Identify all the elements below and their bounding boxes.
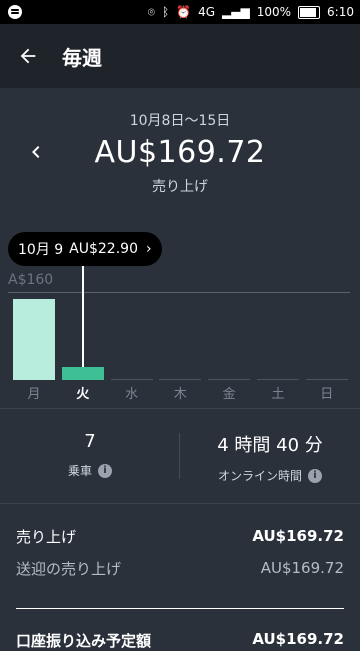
clock: 6:10 <box>327 5 354 19</box>
payout-row: 口座振り込み予定額 AU$169.72 <box>16 630 344 651</box>
trip-earnings-value: AU$169.72 <box>260 559 344 577</box>
signal-icon: ▂▄▆ <box>222 5 250 19</box>
chevron-right-icon: › <box>145 241 152 257</box>
earnings-row: 売り上げ AU$169.72 <box>0 520 360 552</box>
chart-bar-5[interactable] <box>257 379 299 380</box>
selection-indicator <box>82 266 84 380</box>
online-label: オンライン時間 <box>217 469 302 483</box>
status-bar: ⌾ ᛒ ⏰ 4G ▂▄▆ 100% 6:10 <box>0 0 360 24</box>
weekly-summary: 10月8日〜15日 AU$169.72 売り上げ <box>0 110 360 196</box>
online-stat: 4 時間 40 分 オンライン時間 i <box>180 431 360 484</box>
trip-stats: 7 乗車 i 4 時間 40 分 オンライン時間 i <box>0 408 360 504</box>
trips-label: 乗車 <box>67 464 92 478</box>
bar-tooltip[interactable]: 10月 9 AU$22.90 › <box>8 232 162 266</box>
chart-bar-2[interactable] <box>110 379 153 380</box>
tooltip-amount: AU$22.90 <box>69 241 138 257</box>
total-earnings-label: 売り上げ <box>152 179 208 195</box>
trips-count: 7 <box>84 431 96 452</box>
chart-bar-1[interactable] <box>61 367 104 380</box>
earnings-divider <box>16 608 344 609</box>
trips-label-row: 乗車 i <box>0 462 180 479</box>
chart-bar-6[interactable] <box>305 379 348 380</box>
alarm-icon: ⏰ <box>176 5 192 19</box>
date-range: 10月8日〜15日 <box>129 113 231 129</box>
bluetooth-icon: ᛒ <box>161 5 170 19</box>
back-button[interactable] <box>0 28 56 84</box>
info-icon[interactable]: i <box>308 468 322 483</box>
payout-value: AU$169.72 <box>252 630 344 648</box>
day-label-0: 月 <box>27 387 41 402</box>
spotify-icon <box>8 5 22 19</box>
location-icon: ⌾ <box>147 5 155 19</box>
chart-bar-0[interactable] <box>13 299 55 380</box>
online-label-row: オンライン時間 i <box>180 467 360 484</box>
earnings-chart: A$160 10月 9 AU$22.90 › 月 火 水 木 金 土 日 <box>0 228 360 408</box>
total-row: AU$169.72 <box>0 132 360 174</box>
earnings-label: 売り上げ <box>16 527 77 546</box>
info-icon[interactable]: i <box>98 463 112 478</box>
earnings-value: AU$169.72 <box>252 527 344 545</box>
reference-line-label: A$160 <box>8 272 54 288</box>
day-label-4: 金 <box>222 387 236 402</box>
day-label-3: 木 <box>173 387 187 402</box>
network-type: 4G <box>198 5 216 19</box>
day-label-1: 火 <box>76 387 90 402</box>
day-label-2: 水 <box>125 387 139 402</box>
chart-bar-4[interactable] <box>208 379 251 380</box>
page-title: 毎週 <box>62 45 102 70</box>
trips-stat: 7 乗車 i <box>0 431 180 479</box>
total-earnings: AU$169.72 <box>94 135 266 170</box>
chevron-left-icon[interactable] <box>24 140 48 164</box>
arrow-left-icon <box>20 48 36 64</box>
battery-icon <box>298 5 321 19</box>
chart-bar-3[interactable] <box>159 379 202 380</box>
tooltip-date: 10月 9 <box>18 242 64 258</box>
trip-earnings-label: 送迎の売り上げ <box>16 559 122 578</box>
trip-earnings-row: 送迎の売り上げ AU$169.72 <box>0 552 360 584</box>
online-time: 4 時間 40 分 <box>217 435 323 456</box>
earnings-breakdown: 売り上げ AU$169.72 送迎の売り上げ AU$169.72 口座振り込み予… <box>0 520 360 650</box>
app-bar: 毎週 <box>0 24 360 88</box>
reference-line <box>8 292 350 293</box>
battery-percent: 100% <box>256 5 292 19</box>
status-icons: ⌾ ᛒ ⏰ 4G ▂▄▆ 100% 6:10 <box>148 0 354 24</box>
payout-label: 口座振り込み予定額 <box>16 632 152 650</box>
day-label-5: 土 <box>271 387 285 402</box>
day-label-6: 日 <box>320 387 334 402</box>
